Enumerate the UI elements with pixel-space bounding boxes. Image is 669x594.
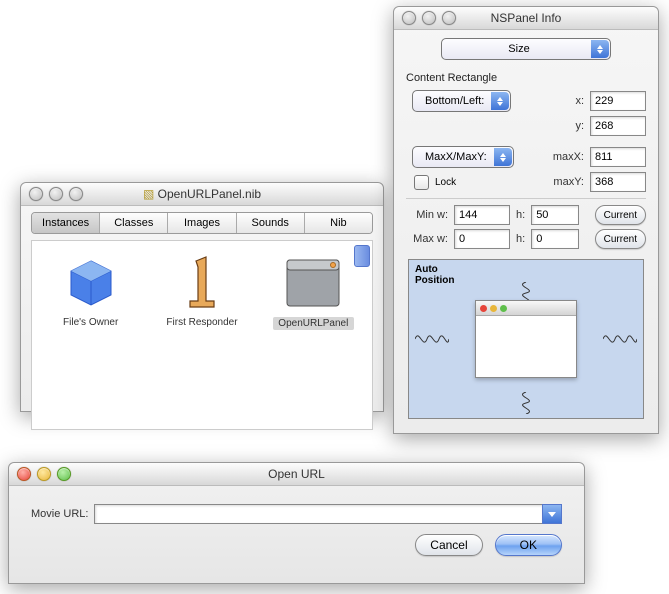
titlebar[interactable]: ▧ OpenURLPanel.nib	[21, 183, 383, 206]
tab-instances[interactable]: Instances	[32, 213, 100, 233]
scroll-thumb[interactable]	[354, 245, 370, 267]
minimize-icon[interactable]	[37, 467, 51, 481]
maxw-field[interactable]	[454, 229, 510, 249]
min-current-button[interactable]: Current	[595, 205, 646, 225]
minw-label: Min w:	[406, 209, 448, 221]
ok-button[interactable]: OK	[495, 534, 562, 556]
close-icon[interactable]	[402, 11, 416, 25]
mini-zoom-icon	[500, 305, 507, 312]
x-label: x:	[575, 95, 584, 107]
cube-icon	[63, 255, 119, 311]
number-one-icon	[174, 255, 230, 311]
openurlpanel-item[interactable]: OpenURLPanel	[273, 255, 354, 415]
minh-field[interactable]	[531, 205, 579, 225]
inspector-panel: NSPanel Info Size Content Rectangle Bott…	[393, 6, 659, 434]
minimize-icon[interactable]	[49, 187, 63, 201]
maxy-label: maxY:	[553, 176, 584, 188]
x-field[interactable]	[590, 91, 646, 111]
extent-popup[interactable]: MaxX/MaxY:	[412, 146, 514, 168]
lock-checkbox[interactable]	[414, 175, 429, 190]
first-responder-label: First Responder	[161, 317, 242, 328]
maxh-field[interactable]	[531, 229, 579, 249]
close-icon[interactable]	[17, 467, 31, 481]
tab-images[interactable]: Images	[168, 213, 236, 233]
mode-popup[interactable]: Size	[441, 38, 611, 60]
cancel-button[interactable]: Cancel	[415, 534, 482, 556]
window-title: Open URL	[9, 467, 584, 481]
first-responder-item[interactable]: First Responder	[161, 255, 242, 415]
files-owner-label: File's Owner	[50, 317, 131, 328]
y-field[interactable]	[590, 116, 646, 136]
chevron-updown-icon	[591, 40, 609, 58]
movie-url-field[interactable]	[94, 504, 542, 524]
movie-url-combobox[interactable]	[94, 504, 562, 524]
maxx-field[interactable]	[590, 147, 646, 167]
openurlpanel-label: OpenURLPanel	[273, 317, 354, 330]
auto-position-well[interactable]: Auto Position	[408, 259, 644, 419]
titlebar[interactable]: NSPanel Info	[394, 7, 658, 30]
lock-label: Lock	[435, 177, 456, 188]
zoom-icon[interactable]	[442, 11, 456, 25]
mini-close-icon	[480, 305, 487, 312]
titlebar[interactable]: Open URL	[9, 463, 584, 486]
origin-popup[interactable]: Bottom/Left:	[412, 90, 511, 112]
chevron-updown-icon	[491, 92, 509, 110]
extent-popup-label: MaxX/MaxY:	[425, 151, 487, 163]
movie-url-label: Movie URL:	[31, 508, 88, 520]
maxy-field[interactable]	[590, 172, 646, 192]
tab-nib[interactable]: Nib	[305, 213, 372, 233]
tab-classes[interactable]: Classes	[100, 213, 168, 233]
minw-field[interactable]	[454, 205, 510, 225]
maxh-label: h:	[516, 233, 525, 245]
mini-min-icon	[490, 305, 497, 312]
panel-icon	[285, 255, 341, 311]
zoom-icon[interactable]	[69, 187, 83, 201]
maxw-label: Max w:	[406, 233, 448, 245]
zoom-icon[interactable]	[57, 467, 71, 481]
y-label: y:	[575, 120, 584, 132]
minh-label: h:	[516, 209, 525, 221]
nib-body: File's Owner First Responder OpenURLPane…	[31, 240, 373, 430]
origin-popup-label: Bottom/Left:	[425, 95, 484, 107]
open-url-window: Open URL Movie URL: Cancel OK	[8, 462, 585, 584]
chevron-updown-icon	[494, 148, 512, 166]
minimize-icon[interactable]	[422, 11, 436, 25]
content-rectangle-label: Content Rectangle	[406, 72, 646, 84]
close-icon[interactable]	[29, 187, 43, 201]
nib-window: ▧ OpenURLPanel.nib Instances Classes Ima…	[20, 182, 384, 412]
tab-bar: Instances Classes Images Sounds Nib	[31, 212, 373, 234]
maxx-label: maxX:	[553, 151, 584, 163]
chevron-down-icon[interactable]	[542, 504, 562, 524]
files-owner-item[interactable]: File's Owner	[50, 255, 131, 415]
max-current-button[interactable]: Current	[595, 229, 646, 249]
tab-sounds[interactable]: Sounds	[237, 213, 305, 233]
mode-popup-label: Size	[508, 43, 529, 55]
auto-position-miniwindow[interactable]	[475, 300, 577, 378]
